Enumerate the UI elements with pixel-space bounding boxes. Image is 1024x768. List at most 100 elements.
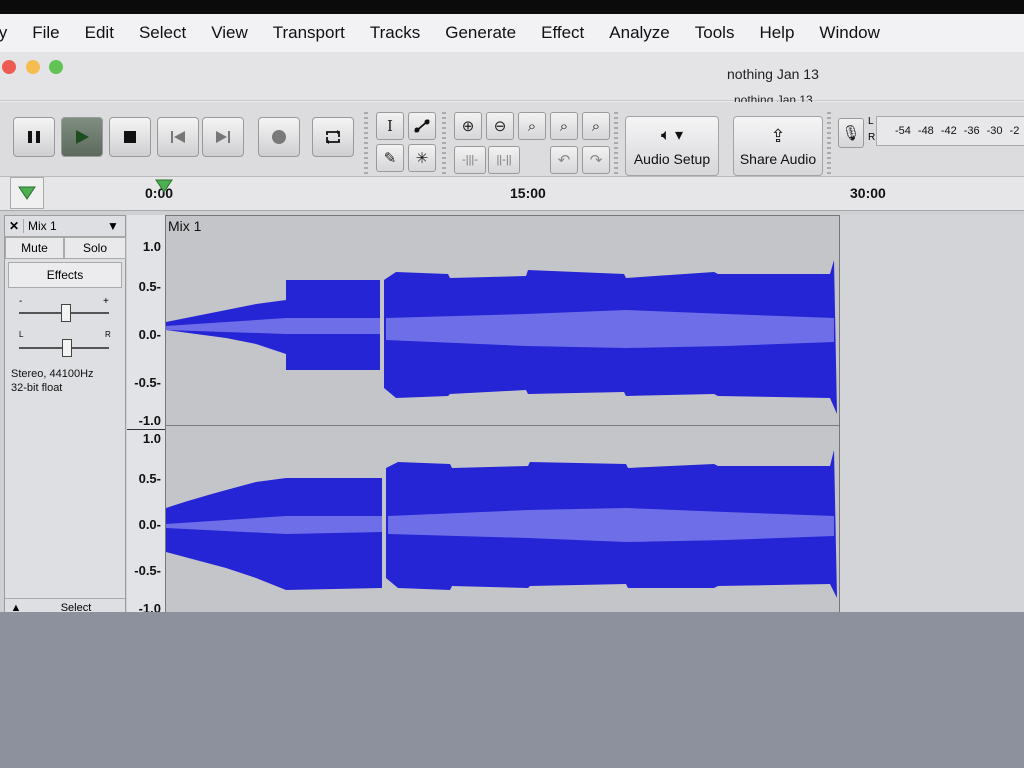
effects-button[interactable]: Effects — [8, 262, 122, 288]
gain-slider-handle[interactable] — [61, 304, 71, 322]
record-button[interactable] — [258, 117, 300, 157]
minimize-window-button[interactable] — [26, 60, 40, 74]
zoom-toggle-button[interactable]: ⌕ — [582, 112, 610, 140]
toolbar-grip[interactable] — [442, 112, 446, 174]
scale-tick: -1.0 — [138, 413, 161, 428]
timeline-ruler[interactable]: 0:00 15:00 30:00 — [0, 177, 1024, 212]
pan-slider-handle[interactable] — [62, 339, 72, 357]
pan-right-label: R — [105, 330, 111, 339]
scale-tick: -0.5- — [134, 563, 161, 578]
toolbar-grip[interactable] — [364, 112, 368, 174]
scale-tick: 0.5- — [138, 279, 161, 294]
track-name-menu[interactable]: Mix 1 — [24, 219, 107, 233]
waveform-channel-right[interactable] — [166, 428, 839, 616]
window-title: nothing Jan 13 — [727, 66, 819, 82]
menu-tools[interactable]: Tools — [695, 23, 735, 43]
i-beam-icon: I — [387, 117, 393, 135]
gain-min-label: - — [19, 296, 23, 307]
timeline-options-button[interactable] — [10, 177, 44, 209]
draw-tool[interactable]: ✎ — [376, 144, 404, 172]
toolbar-grip[interactable] — [614, 112, 618, 174]
loop-button[interactable] — [312, 117, 354, 157]
multi-tool[interactable]: ✳ — [408, 144, 436, 172]
menu-transport[interactable]: Transport — [273, 23, 345, 43]
share-audio-button[interactable]: ⇪ Share Audio — [733, 116, 823, 176]
redo-icon: ↷ — [589, 152, 603, 169]
play-icon — [76, 130, 89, 144]
track-format-bits: 32-bit float — [11, 382, 63, 394]
track-menu-chevron-down-icon[interactable]: ▼ — [107, 219, 125, 233]
record-meter-button[interactable]: 🎙︎ — [838, 118, 864, 148]
close-window-button[interactable] — [2, 60, 16, 74]
fit-project-button[interactable]: ⌕ — [550, 112, 578, 140]
menu-tracks[interactable]: Tracks — [370, 23, 420, 43]
pause-icon — [28, 131, 40, 143]
share-icon: ⇪ — [770, 125, 786, 146]
zoom-window-button[interactable] — [49, 60, 63, 74]
menu-select[interactable]: Select — [139, 23, 186, 43]
menu-window[interactable]: Window — [819, 23, 879, 43]
menu-help[interactable]: Help — [759, 23, 794, 43]
pause-button[interactable] — [13, 117, 55, 157]
clip-title[interactable]: Mix 1 — [168, 218, 201, 234]
menu-app[interactable]: ty — [0, 23, 7, 43]
skip-to-start-button[interactable] — [157, 117, 199, 157]
meter-scale: -54 -48 -42 -36 -30 -2 — [895, 125, 1019, 137]
toolbar: I ✎ ✳ ⊕ ⊖ ⌕ ⌕ ⌕ -|||- ||-|| ↶ ↷ 🔈︎ ▾ Aud… — [0, 102, 1024, 177]
asterisk-icon: ✳ — [415, 150, 429, 167]
zoom-in-button[interactable]: ⊕ — [454, 112, 482, 140]
menu-generate[interactable]: Generate — [445, 23, 516, 43]
mute-button[interactable]: Mute — [5, 237, 64, 259]
toolbar-grip[interactable] — [827, 112, 831, 174]
play-button[interactable] — [61, 117, 103, 157]
triangle-down-icon — [18, 186, 36, 200]
recording-level-meter[interactable]: -54 -48 -42 -36 -30 -2 — [876, 116, 1024, 146]
redo-button[interactable]: ↷ — [582, 146, 610, 174]
selection-tool[interactable]: I — [376, 112, 404, 140]
scale-tick: 0.5- — [138, 471, 161, 486]
record-icon — [272, 130, 286, 144]
fit-selection-button[interactable]: ⌕ — [518, 112, 546, 140]
trim-icon: -|||- — [462, 154, 478, 166]
menu-bar: ty File Edit Select View Transport Track… — [0, 14, 1024, 52]
scale-tick: 0.0- — [138, 327, 161, 342]
empty-project-area[interactable] — [0, 612, 1024, 768]
solo-button[interactable]: Solo — [64, 237, 126, 259]
pencil-icon: ✎ — [383, 150, 397, 167]
envelope-tool[interactable] — [408, 112, 436, 140]
menu-effect[interactable]: Effect — [541, 23, 584, 43]
waveform-channel-left[interactable] — [166, 234, 839, 426]
menu-view[interactable]: View — [211, 23, 248, 43]
menu-file[interactable]: File — [32, 23, 59, 43]
meter-tick: -42 — [940, 125, 957, 137]
stop-button[interactable] — [109, 117, 151, 157]
audio-clip[interactable]: Mix 1 — [165, 215, 840, 617]
zoom-out-button[interactable]: ⊖ — [486, 112, 514, 140]
silence-button[interactable]: ||-|| — [488, 146, 520, 174]
empty-track-region[interactable] — [840, 215, 1024, 617]
menu-edit[interactable]: Edit — [85, 23, 114, 43]
zoom-toggle-icon: ⌕ — [591, 117, 601, 135]
undo-button[interactable]: ↶ — [550, 146, 578, 174]
skip-to-end-button[interactable] — [202, 117, 244, 157]
close-track-icon[interactable]: ✕ — [5, 219, 24, 233]
silence-icon: ||-|| — [496, 154, 512, 166]
scale-tick: -0.5- — [134, 375, 161, 390]
meter-channel-left: L — [868, 116, 874, 127]
audio-setup-button[interactable]: 🔈︎ ▾ Audio Setup — [625, 116, 719, 176]
track-header: ✕ Mix 1 ▼ — [5, 216, 125, 237]
pan-left-label: L — [19, 330, 24, 339]
playhead-marker-icon[interactable] — [155, 179, 173, 193]
scale-tick: 0.0- — [138, 517, 161, 532]
amplitude-scale[interactable]: 1.0 0.5- 0.0- -0.5- -1.0 1.0 0.5- 0.0- -… — [127, 215, 166, 617]
menu-analyze[interactable]: Analyze — [609, 23, 669, 43]
meter-channel-right: R — [868, 132, 876, 143]
skip-end-icon — [216, 131, 230, 143]
microphone-icon: 🎙︎ — [841, 125, 861, 142]
trim-outside-button[interactable]: -|||- — [454, 146, 486, 174]
zoom-in-icon: ⊕ — [461, 118, 475, 135]
fit-selection-icon: ⌕ — [527, 117, 537, 135]
scale-tick: 1.0 — [142, 239, 161, 254]
track-area[interactable]: ✕ Mix 1 ▼ Mute Solo Effects - + L R Ster… — [0, 211, 1024, 621]
meter-tick: -2 — [1009, 125, 1020, 137]
